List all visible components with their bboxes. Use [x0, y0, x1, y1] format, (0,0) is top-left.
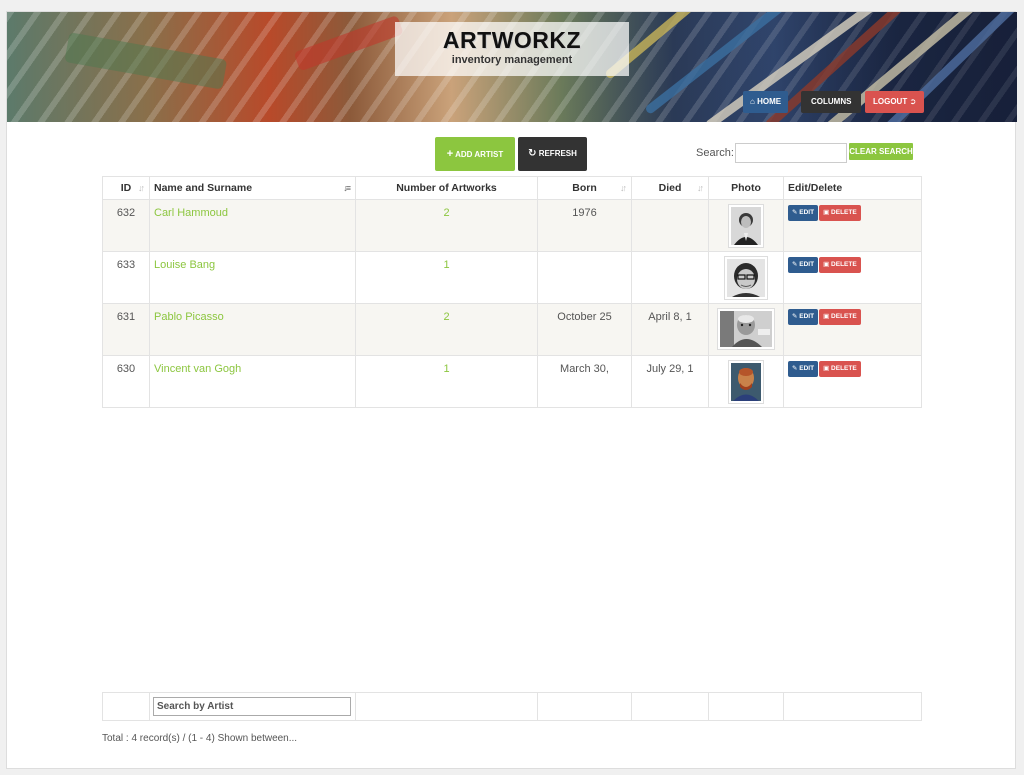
column-header-count[interactable]: Number of Artworks — [355, 176, 538, 200]
trash-icon: ▣ — [823, 313, 830, 320]
filter-cell — [102, 692, 150, 721]
table-row: 631 Pablo Picasso 2 October 25 April 8, … — [102, 303, 922, 356]
pencil-icon: ✎ — [792, 209, 798, 216]
column-header-name[interactable]: Name and Surname ↓≡ — [149, 176, 356, 200]
table-row: 633 Louise Bang 1 ✎ EDIT ▣ DELETE — [102, 251, 922, 304]
sort-icon: ↓↑ — [697, 183, 704, 193]
column-header-actions: Edit/Delete — [783, 176, 922, 200]
artist-photo[interactable] — [728, 360, 764, 404]
cell-photo — [708, 303, 784, 356]
cell-born: October 25 — [537, 303, 632, 356]
app-subtitle: inventory management — [451, 54, 573, 66]
cell-actions: ✎ EDIT ▣ DELETE — [783, 199, 922, 252]
trash-icon: ▣ — [823, 209, 830, 216]
artist-name-link[interactable]: Vincent van Gogh — [149, 355, 356, 408]
artists-table: ID ↓↑ Name and Surname ↓≡ Number of Artwor… — [102, 176, 922, 408]
cell-photo — [708, 199, 784, 252]
artwork-count-link[interactable]: 2 — [355, 199, 538, 252]
columns-label: COLUMNS — [811, 97, 852, 106]
cell-died — [631, 251, 709, 304]
delete-button[interactable]: ▣ DELETE — [819, 309, 861, 325]
home-button[interactable]: ⌂ HOME — [743, 91, 789, 113]
cell-id: 630 — [102, 355, 150, 408]
sort-icon: ↓↑ — [620, 183, 627, 193]
edit-button[interactable]: ✎ EDIT — [788, 361, 819, 377]
edit-button[interactable]: ✎ EDIT — [788, 205, 819, 221]
filter-cell — [355, 692, 538, 721]
refresh-icon: ↻ — [528, 148, 537, 159]
artist-name-link[interactable]: Carl Hammoud — [149, 199, 356, 252]
artist-photo[interactable] — [717, 308, 775, 350]
brand-box: ARTWORKZ inventory management — [395, 22, 629, 76]
home-label: HOME — [757, 97, 782, 106]
sort-ascending-icon: ↓≡ — [343, 183, 351, 193]
edit-button[interactable]: ✎ EDIT — [788, 309, 819, 325]
table-header-row: ID ↓↑ Name and Surname ↓≡ Number of Artwor… — [102, 176, 922, 200]
add-artist-label: ADD ARTIST — [455, 150, 504, 159]
cell-actions: ✎ EDIT ▣ DELETE — [783, 251, 922, 304]
home-icon: ⌂ — [750, 97, 755, 106]
artist-filter-input[interactable] — [153, 697, 351, 716]
cell-actions: ✎ EDIT ▣ DELETE — [783, 303, 922, 356]
artist-name-link[interactable]: Louise Bang — [149, 251, 356, 304]
columns-button[interactable]: COLUMNS — [801, 91, 862, 113]
cell-id: 631 — [102, 303, 150, 356]
refresh-label: REFRESH — [538, 149, 577, 158]
delete-button[interactable]: ▣ DELETE — [819, 361, 861, 377]
cell-id: 632 — [102, 199, 150, 252]
pencil-icon: ✎ — [792, 365, 798, 372]
column-header-id[interactable]: ID ↓↑ — [102, 176, 150, 200]
column-header-photo: Photo — [708, 176, 784, 200]
search-input[interactable] — [735, 143, 847, 163]
search-label: Search: — [696, 147, 734, 159]
refresh-button[interactable]: ↻ REFRESH — [518, 137, 587, 171]
cell-born — [537, 251, 632, 304]
cell-born: March 30, — [537, 355, 632, 408]
filter-row — [102, 692, 922, 721]
artist-photo[interactable] — [724, 256, 768, 300]
filter-cell — [708, 692, 784, 721]
filter-cell-artist — [149, 692, 356, 721]
artwork-count-link[interactable]: 1 — [355, 355, 538, 408]
logout-label: LOGOUT — [873, 97, 908, 106]
edit-button[interactable]: ✎ EDIT — [788, 257, 819, 273]
pencil-icon: ✎ — [792, 313, 798, 320]
pencil-icon: ✎ — [792, 261, 798, 268]
logout-icon: ➲ — [909, 97, 917, 106]
clear-search-button[interactable]: CLEAR SEARCH — [849, 143, 913, 160]
cell-died — [631, 199, 709, 252]
cell-actions: ✎ EDIT ▣ DELETE — [783, 355, 922, 408]
cell-id: 633 — [102, 251, 150, 304]
cell-photo — [708, 355, 784, 408]
column-header-died[interactable]: Died ↓↑ — [631, 176, 709, 200]
add-artist-button[interactable]: + ADD ARTIST — [435, 137, 515, 171]
trash-icon: ▣ — [823, 261, 830, 268]
logout-button[interactable]: LOGOUT ➲ — [865, 91, 925, 113]
artist-photo[interactable] — [728, 204, 764, 248]
app-frame: ARTWORKZ inventory management ⌂ HOME COL… — [6, 11, 1017, 769]
cell-died: July 29, 1 — [631, 355, 709, 408]
column-header-born[interactable]: Born ↓↑ — [537, 176, 632, 200]
header-banner: ARTWORKZ inventory management ⌂ HOME COL… — [7, 12, 1017, 122]
table-row: 630 Vincent van Gogh 1 March 30, July 29… — [102, 355, 922, 408]
sort-icon: ↓↑ — [138, 183, 145, 193]
cell-born: 1976 — [537, 199, 632, 252]
delete-button[interactable]: ▣ DELETE — [819, 257, 861, 273]
artwork-count-link[interactable]: 2 — [355, 303, 538, 356]
filter-cell — [783, 692, 922, 721]
cell-died: April 8, 1 — [631, 303, 709, 356]
artist-name-link[interactable]: Pablo Picasso — [149, 303, 356, 356]
app-title: ARTWORKZ — [442, 27, 582, 53]
plus-icon: + — [446, 148, 454, 160]
artwork-count-link[interactable]: 1 — [355, 251, 538, 304]
filter-cell — [537, 692, 632, 721]
cell-photo — [708, 251, 784, 304]
delete-button[interactable]: ▣ DELETE — [819, 205, 861, 221]
trash-icon: ▣ — [823, 365, 830, 372]
filter-cell — [631, 692, 709, 721]
records-summary: Total : 4 record(s) / (1 - 4) Shown betw… — [102, 733, 298, 744]
table-row: 632 Carl Hammoud 2 1976 ✎ EDIT ▣ DELETE — [102, 199, 922, 252]
